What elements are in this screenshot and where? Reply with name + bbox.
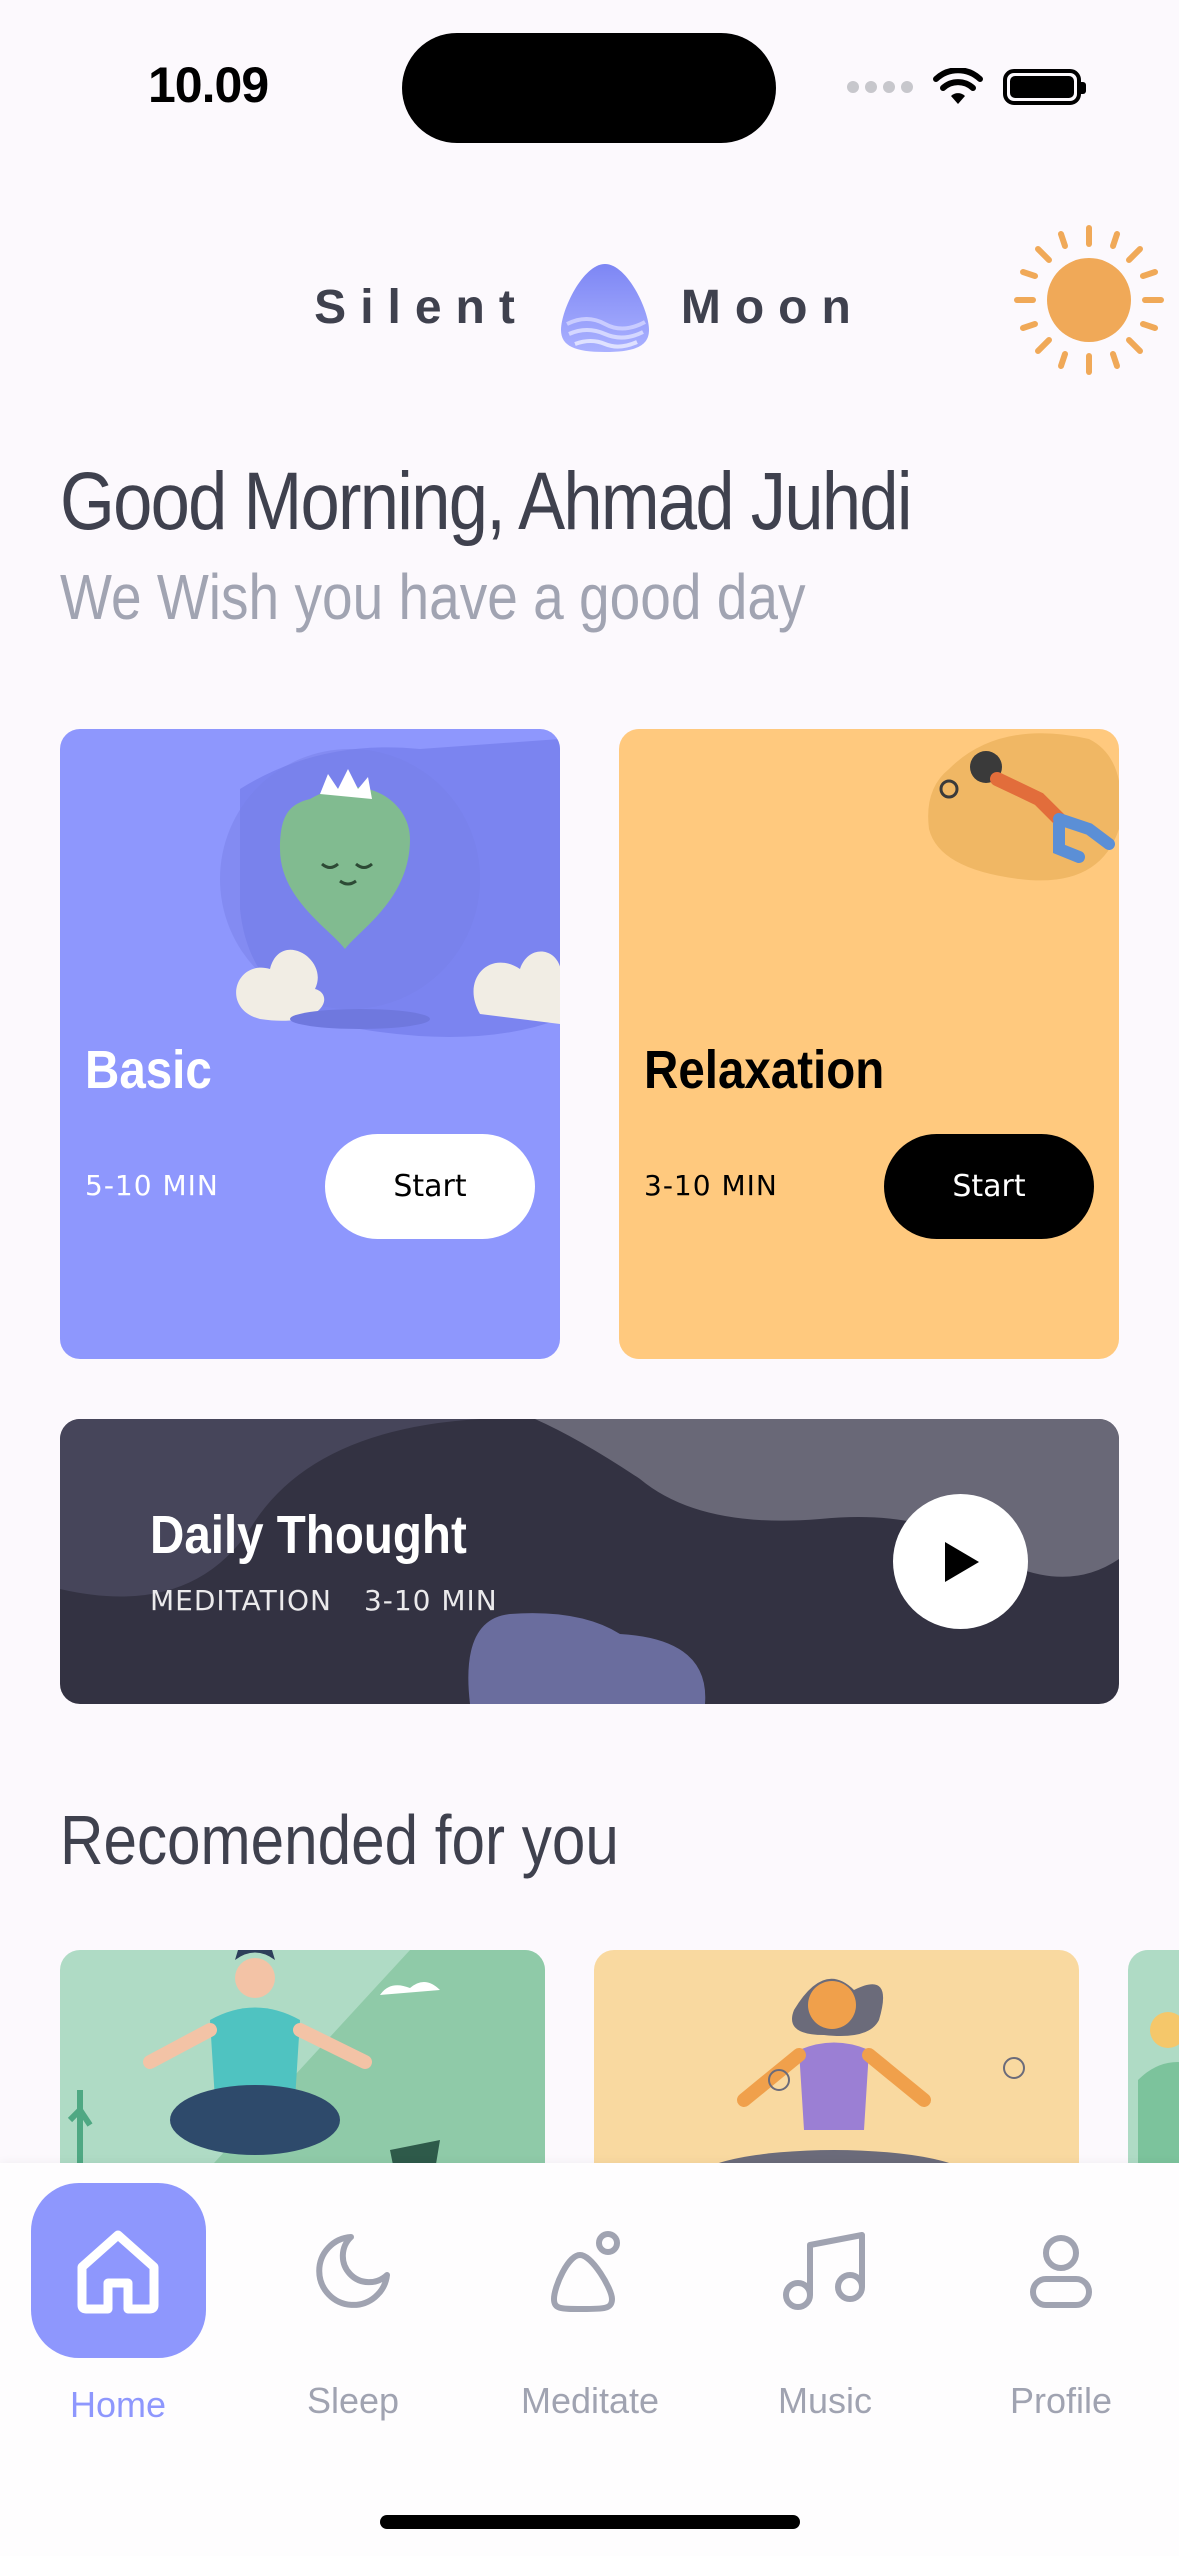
- logo-text-right: Moon: [680, 280, 865, 334]
- status-time: 10.09: [148, 57, 269, 113]
- battery-icon: [1003, 69, 1086, 105]
- greeting-subtitle: We Wish you have a good day: [60, 561, 806, 633]
- daily-thought-title: Daily Thought: [150, 1505, 467, 1565]
- app-logo: Silent Moon: [0, 260, 1179, 354]
- tab-label: Music: [777, 2380, 872, 2421]
- tab-sleep[interactable]: Sleep: [263, 2183, 443, 2422]
- greeting-title: Good Morning, Ahmad Juhdi: [60, 456, 913, 547]
- logo-icon: [560, 264, 649, 352]
- tab-label: Home: [69, 2384, 167, 2425]
- card-title: Relaxation: [644, 1040, 885, 1100]
- tab-home[interactable]: Home: [28, 2183, 208, 2426]
- profile-icon: [974, 2183, 1149, 2358]
- tab-meditate[interactable]: Meditate: [500, 2183, 680, 2422]
- daily-thought-duration: 3-10 MIN: [363, 1584, 498, 1617]
- card-title: Basic: [85, 1040, 212, 1100]
- play-button[interactable]: [893, 1494, 1028, 1629]
- card-duration: 3-10 MIN: [644, 1169, 778, 1202]
- tab-bar: Home Sleep Meditate Music Profile: [0, 2163, 1179, 2556]
- relaxation-start-button[interactable]: Start: [884, 1134, 1094, 1239]
- basic-illustration: [220, 739, 560, 1037]
- cellular-signal-icon: [847, 81, 913, 93]
- home-icon: [30, 2183, 206, 2358]
- daily-thought-card[interactable]: Daily Thought MEDITATION 3-10 MIN: [60, 1419, 1119, 1704]
- tab-label: Meditate: [520, 2380, 660, 2421]
- wifi-icon: [933, 68, 983, 104]
- tab-music[interactable]: Music: [735, 2183, 915, 2422]
- relaxation-card[interactable]: Relaxation 3-10 MIN Start: [619, 729, 1119, 1359]
- relaxation-illustration: [928, 733, 1119, 881]
- daily-thought-meta: MEDITATION 3-10 MIN: [150, 1584, 498, 1617]
- music-icon: [738, 2183, 913, 2358]
- tab-profile[interactable]: Profile: [971, 2183, 1151, 2422]
- basic-card[interactable]: Basic 5-10 MIN Start: [60, 729, 560, 1359]
- basic-start-button[interactable]: Start: [325, 1134, 535, 1239]
- play-icon: [944, 1541, 979, 1582]
- tab-label: Profile: [1009, 2380, 1113, 2421]
- moon-icon: [266, 2183, 441, 2358]
- meditate-icon: [503, 2183, 678, 2358]
- home-indicator[interactable]: [380, 2515, 800, 2529]
- logo-text-left: Silent: [314, 280, 529, 334]
- status-indicators: [847, 62, 1086, 112]
- sun-icon: [1014, 225, 1164, 375]
- tab-label: Sleep: [306, 2380, 400, 2421]
- recommended-title: Recomended for you: [60, 1801, 619, 1879]
- daily-thought-category: MEDITATION: [150, 1584, 332, 1617]
- dynamic-island: [402, 33, 776, 143]
- card-duration: 5-10 MIN: [85, 1169, 219, 1202]
